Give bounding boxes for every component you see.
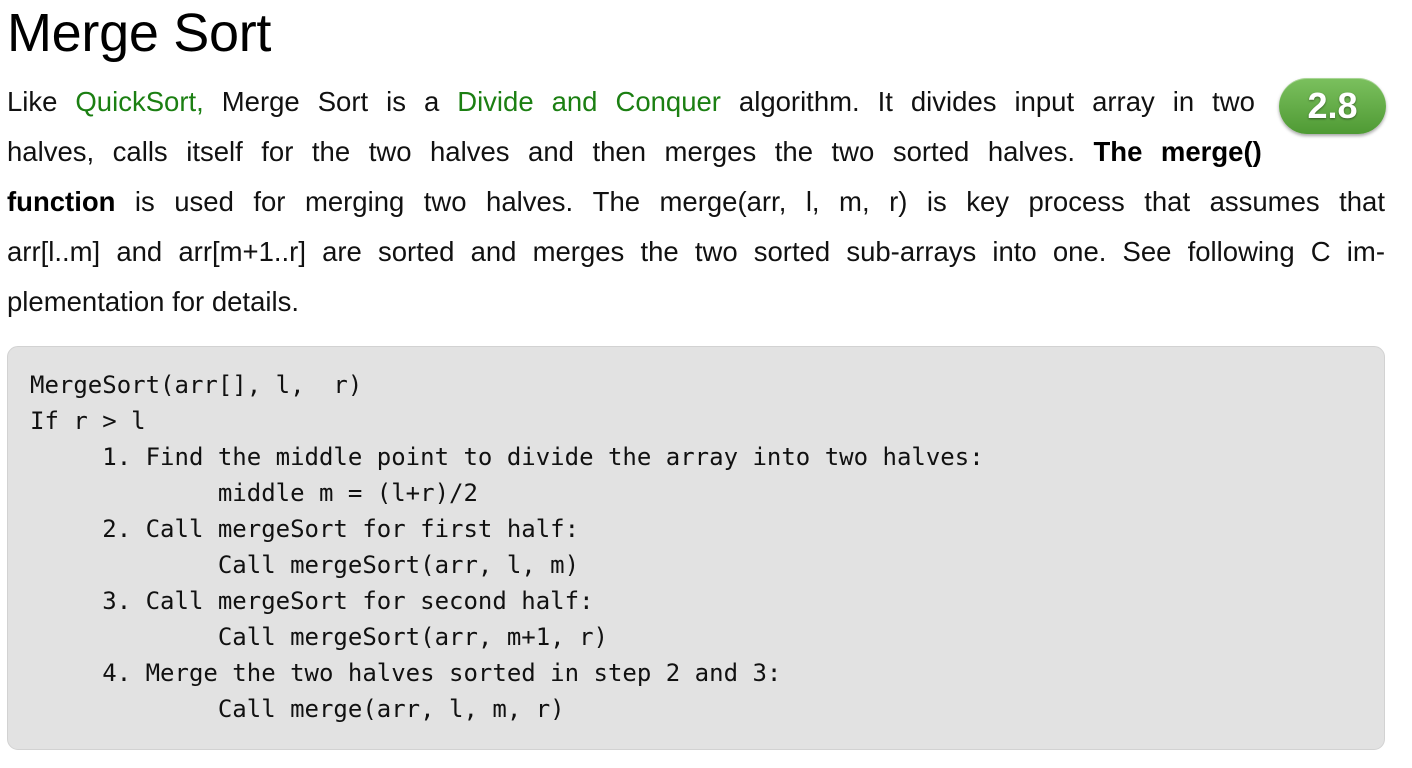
intro-word: calls	[112, 136, 168, 167]
intro-word: im-	[1346, 236, 1385, 267]
intro-word: then	[592, 136, 646, 167]
intro-word: and	[470, 236, 517, 267]
intro-word: arr[l..m]	[7, 236, 101, 267]
intro-word: two	[694, 236, 738, 267]
intro-word: input	[1014, 86, 1075, 117]
divide-and-conquer-link[interactable]: and	[552, 77, 598, 127]
intro-word: is	[386, 86, 406, 117]
code-line: If r > l	[30, 407, 146, 435]
merge-function-highlight: The	[1093, 136, 1143, 167]
intro-word: See	[1122, 236, 1172, 267]
merge-function-highlight: merge()	[1160, 136, 1262, 167]
intro-word: and	[116, 236, 163, 267]
intro-word: the	[311, 136, 351, 167]
intro-word: merge(arr,	[659, 186, 787, 217]
intro-word: sorted	[378, 236, 455, 267]
code-line: Call mergeSort(arr, m+1, r)	[30, 623, 608, 651]
code-line: middle m = (l+r)/2	[30, 479, 478, 507]
intro-word: It	[877, 86, 893, 117]
code-line: 2. Call mergeSort for first half:	[30, 515, 580, 543]
intro-word: The	[592, 186, 641, 217]
merge-function-highlight: function	[7, 186, 116, 217]
intro-word: halves,	[7, 136, 95, 167]
intro-word: two	[423, 186, 467, 217]
intro-word: into	[992, 236, 1037, 267]
intro-word: is	[926, 186, 947, 217]
intro-word: merges	[532, 236, 625, 267]
intro-word: sub-arrays	[846, 236, 977, 267]
intro-word: sorted	[753, 236, 831, 267]
intro-line-5: plementation for details.	[7, 286, 299, 317]
divide-and-conquer-link[interactable]: Divide	[457, 77, 533, 127]
intro-word: for	[253, 186, 286, 217]
intro-word: is	[134, 186, 155, 217]
intro-word: one.	[1052, 236, 1107, 267]
page-title: Merge Sort	[7, 3, 272, 63]
code-line: 3. Call mergeSort for second half:	[30, 587, 594, 615]
intro-word: and	[528, 136, 574, 167]
intro-word: l,	[805, 186, 820, 217]
intro-word: r)	[889, 186, 908, 217]
code-line: Call mergeSort(arr, l, m)	[30, 551, 580, 579]
intro-word: two	[368, 136, 412, 167]
code-line: 4. Merge the two halves sorted in step 2…	[30, 659, 782, 687]
intro-word: halves	[430, 136, 510, 167]
intro-word: halves.	[987, 136, 1075, 167]
intro-word: key	[966, 186, 1009, 217]
intro-word: array	[1092, 86, 1155, 117]
intro-word: divides	[910, 86, 997, 117]
code-line: MergeSort(arr[], l, r)	[30, 371, 363, 399]
intro-word: in	[1172, 86, 1195, 117]
intro-word: two	[1212, 86, 1255, 117]
intro-word: itself	[186, 136, 243, 167]
intro-word: a	[423, 86, 440, 117]
intro-word: merging	[304, 186, 405, 217]
quicksort-link[interactable]: QuickSort,	[75, 77, 203, 127]
intro-line-3: function is used for merging two halves.…	[7, 177, 1385, 227]
code-line: 1. Find the middle point to divide the a…	[30, 443, 984, 471]
intro-word: that	[1144, 186, 1191, 217]
intro-line-4: arr[l..m] and arr[m+1..r] are sorted and…	[7, 227, 1385, 277]
intro-word: assumes	[1209, 186, 1320, 217]
intro-word: Merge	[221, 86, 300, 117]
intro-word: two	[831, 136, 875, 167]
intro-word: used	[174, 186, 234, 217]
code-line: Call merge(arr, l, m, r)	[30, 695, 565, 723]
intro-word: merges	[664, 136, 757, 167]
intro-word: sorted	[892, 136, 970, 167]
intro-word: halves.	[486, 186, 574, 217]
intro-word: algorithm.	[738, 86, 860, 117]
intro-word: Sort	[317, 86, 369, 117]
intro-word: that	[1339, 186, 1385, 217]
intro-paragraph: Like QuickSort, Merge Sort is a Divide a…	[7, 77, 1385, 327]
intro-word: Like	[7, 86, 58, 117]
intro-word: m,	[839, 186, 870, 217]
intro-word: process	[1028, 186, 1125, 217]
intro-line-2: halves, calls itself for the two halves …	[7, 127, 1262, 177]
intro-word: following	[1187, 236, 1295, 267]
intro-word: are	[322, 236, 362, 267]
divide-and-conquer-link[interactable]: Conquer	[615, 77, 721, 127]
intro-word: the	[640, 236, 679, 267]
intro-line-1: Like QuickSort, Merge Sort is a Divide a…	[7, 77, 1255, 127]
intro-word: the	[774, 136, 813, 167]
intro-word: for	[261, 136, 294, 167]
intro-word: C	[1310, 236, 1331, 267]
intro-word: arr[m+1..r]	[178, 236, 306, 267]
pseudocode-block: MergeSort(arr[], l, r) If r > l 1. Find …	[7, 346, 1385, 750]
